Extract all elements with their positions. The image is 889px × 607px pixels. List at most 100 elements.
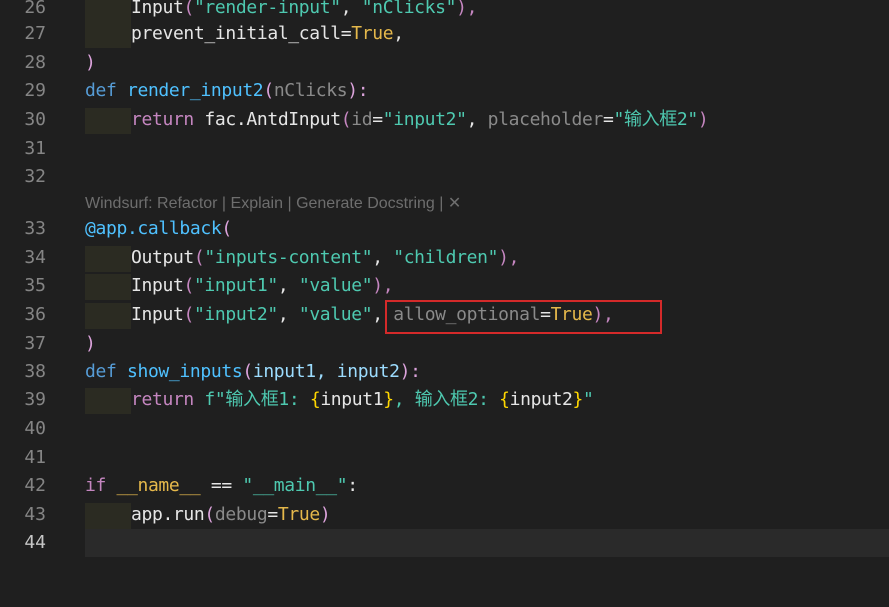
- token: ,: [372, 247, 394, 268]
- code-text[interactable]: Input("input1", "value"),: [131, 272, 394, 300]
- code-editor[interactable]: 26 Input("render-input", "nClicks"), 27 …: [0, 0, 889, 607]
- token: :: [347, 475, 358, 496]
- code-line-38[interactable]: 38 def show_inputs(input1, input2):: [0, 358, 889, 386]
- indent-guide: [85, 246, 131, 272]
- token: (: [204, 504, 215, 525]
- codelens-refactor-link[interactable]: Refactor: [157, 195, 217, 212]
- code-line-30[interactable]: 30 return fac.AntdInput(id="input2", pla…: [0, 106, 889, 134]
- token: }: [383, 389, 394, 410]
- code-line-37[interactable]: 37 ): [0, 330, 889, 358]
- token: ,: [277, 304, 299, 325]
- code-line-29[interactable]: 29 def render_input2(nClicks):: [0, 77, 889, 105]
- token: }: [572, 389, 584, 410]
- token: , 输入框2:: [393, 389, 500, 410]
- token: Input: [131, 304, 184, 325]
- indent-guide: [85, 274, 131, 300]
- code-line-39[interactable]: 39 return f"输入框1: {input1}, 输入框2: {input…: [0, 386, 889, 414]
- code-text[interactable]: return f"输入框1: {input1}, 输入框2: {input2}": [131, 386, 594, 414]
- token: prevent_initial_call: [131, 23, 341, 44]
- code-line-34[interactable]: 34 Output("inputs-content", "children"),: [0, 244, 889, 272]
- token: id: [351, 109, 373, 130]
- codelens-separator: |: [434, 195, 448, 212]
- codelens-separator: |: [283, 195, 297, 212]
- code-text[interactable]: if __name__ == "__main__":: [85, 472, 358, 500]
- code-line-26[interactable]: 26 Input("render-input", "nClicks"),: [0, 0, 889, 22]
- code-text[interactable]: Output("inputs-content", "children"),: [131, 244, 519, 272]
- token: {: [309, 389, 321, 410]
- token: (: [242, 361, 253, 382]
- indent-guide: [85, 108, 131, 134]
- line-number: 38: [24, 361, 46, 382]
- code-text[interactable]: Input("render-input", "nClicks"),: [131, 0, 477, 22]
- red-highlight-box: [385, 300, 662, 334]
- code-text[interactable]: ): [85, 49, 96, 77]
- line-number: 36: [24, 304, 46, 325]
- code-text[interactable]: def render_input2(nClicks):: [85, 77, 369, 105]
- codelens-explain-link[interactable]: Explain: [231, 195, 283, 212]
- line-number: 33: [24, 218, 46, 239]
- line-number: 39: [24, 389, 46, 410]
- code-line-40[interactable]: 40: [0, 415, 889, 443]
- token: input1: [320, 389, 384, 410]
- token: ),: [498, 247, 520, 268]
- token: return: [131, 109, 194, 130]
- line-number: 42: [24, 475, 46, 496]
- token: "value": [298, 275, 373, 296]
- line-number: 26: [24, 0, 46, 18]
- token: __name__: [116, 475, 201, 496]
- token: "input1": [193, 275, 278, 296]
- code-line-44[interactable]: 44: [0, 529, 889, 557]
- code-line-28[interactable]: 28 ): [0, 49, 889, 77]
- token: render_input2: [126, 80, 264, 101]
- token: def: [85, 80, 117, 101]
- code-line-42[interactable]: 42 if __name__ == "__main__":: [0, 472, 889, 500]
- line-number: 35: [24, 275, 46, 296]
- code-line-43[interactable]: 43 app.run(debug=True): [0, 501, 889, 529]
- line-number: 37: [24, 333, 46, 354]
- token: "value": [298, 304, 373, 325]
- token: placeholder: [487, 109, 604, 130]
- token: ,: [277, 275, 299, 296]
- token: ):: [399, 361, 421, 382]
- token: if: [85, 475, 106, 496]
- token: ): [85, 333, 96, 354]
- token: def: [85, 361, 117, 382]
- token: ): [697, 109, 709, 130]
- token: ,: [466, 109, 488, 130]
- code-line-32[interactable]: 32: [0, 163, 889, 191]
- token: (: [340, 109, 352, 130]
- code-text[interactable]: @app.callback(: [85, 215, 232, 243]
- token: "render-input": [193, 0, 341, 18]
- line-number: 27: [24, 23, 46, 44]
- token: (: [183, 275, 194, 296]
- line-number: 41: [24, 447, 46, 468]
- code-text[interactable]: prevent_initial_call=True,: [131, 20, 404, 48]
- line-number: 31: [24, 138, 46, 159]
- code-text[interactable]: return fac.AntdInput(id="input2", placeh…: [131, 106, 709, 134]
- code-text[interactable]: def show_inputs(input1, input2):: [85, 358, 421, 386]
- token: "inputs-content": [204, 247, 373, 268]
- windsurf-codelens: Windsurf: Refactor | Explain | Generate …: [85, 190, 461, 218]
- token: =: [267, 504, 278, 525]
- code-text[interactable]: ): [85, 330, 96, 358]
- close-icon[interactable]: ✕: [448, 195, 461, 212]
- indent-guide: [85, 503, 131, 529]
- token: ): [85, 52, 96, 73]
- code-line-41[interactable]: 41: [0, 444, 889, 472]
- code-line-35[interactable]: 35 Input("input1", "value"),: [0, 272, 889, 300]
- indent-guide: [85, 303, 131, 329]
- token: "nClicks": [361, 0, 457, 18]
- token: f"输入框1:: [204, 389, 310, 410]
- line-number: 28: [24, 52, 46, 73]
- codelens-docstring-link[interactable]: Generate Docstring: [296, 195, 435, 212]
- codelens-prefix: Windsurf:: [85, 195, 158, 212]
- code-text[interactable]: app.run(debug=True): [131, 501, 331, 529]
- code-line-33[interactable]: 33 @app.callback(: [0, 215, 889, 243]
- token: True: [351, 23, 394, 44]
- code-line-31[interactable]: 31: [0, 135, 889, 163]
- code-line-27[interactable]: 27 prevent_initial_call=True,: [0, 20, 889, 48]
